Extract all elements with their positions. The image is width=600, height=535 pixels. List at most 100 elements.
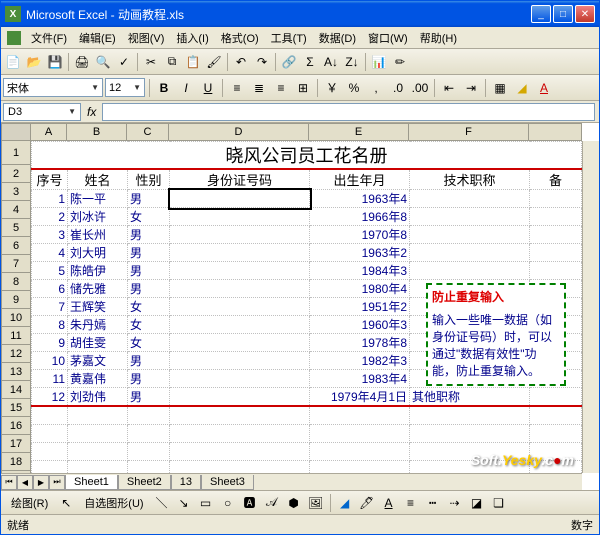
cell[interactable] xyxy=(310,424,410,442)
cell[interactable]: 1970年8 xyxy=(310,226,410,244)
col-header[interactable]: D xyxy=(169,123,309,141)
cell[interactable]: 身份证号码 xyxy=(170,169,310,190)
shadow-icon[interactable]: ◪ xyxy=(467,493,487,513)
cell[interactable] xyxy=(410,244,530,262)
tab-next-icon[interactable]: ▶ xyxy=(33,475,49,490)
drawing-icon[interactable]: ✏ xyxy=(390,52,410,72)
vertical-scrollbar[interactable] xyxy=(582,141,599,473)
cell[interactable]: 女 xyxy=(128,316,170,334)
cell[interactable]: 3 xyxy=(32,226,68,244)
cell[interactable] xyxy=(128,460,170,473)
cell[interactable] xyxy=(128,442,170,460)
cell[interactable]: 陈一平 xyxy=(68,190,128,208)
cell[interactable] xyxy=(170,388,310,407)
menu-data[interactable]: 数据(D) xyxy=(313,28,362,48)
cell[interactable]: 1982年3 xyxy=(310,352,410,370)
cell[interactable]: 序号 xyxy=(32,169,68,190)
comma-icon[interactable]: , xyxy=(366,78,386,98)
row-header[interactable]: 6 xyxy=(1,237,31,255)
cell[interactable] xyxy=(410,424,530,442)
cell[interactable]: 6 xyxy=(32,280,68,298)
cell[interactable] xyxy=(530,262,582,280)
draw-menu[interactable]: 绘图(R) xyxy=(5,493,54,513)
redo-icon[interactable]: ↷ xyxy=(252,52,272,72)
row-header[interactable]: 16 xyxy=(1,417,31,435)
menu-format[interactable]: 格式(O) xyxy=(215,28,265,48)
clipart-icon[interactable]: 🖼 xyxy=(306,493,326,513)
preview-icon[interactable]: 🔍 xyxy=(93,52,113,72)
autoshape-menu[interactable]: 自选图形(U) xyxy=(78,493,149,513)
cell[interactable]: 男 xyxy=(128,352,170,370)
line-icon[interactable]: ＼ xyxy=(152,493,172,513)
row-header[interactable]: 8 xyxy=(1,273,31,291)
cell[interactable]: 男 xyxy=(128,226,170,244)
underline-button[interactable]: U xyxy=(198,78,218,98)
cell[interactable] xyxy=(170,442,310,460)
row-header[interactable]: 11 xyxy=(1,327,31,345)
link-icon[interactable]: 🔗 xyxy=(279,52,299,72)
border-icon[interactable]: ▦ xyxy=(490,78,510,98)
row-header[interactable]: 2 xyxy=(1,165,31,183)
cell[interactable]: 男 xyxy=(128,388,170,407)
cell[interactable]: 10 xyxy=(32,352,68,370)
cell[interactable] xyxy=(410,406,530,424)
cell[interactable]: 女 xyxy=(128,298,170,316)
tab-first-icon[interactable]: ⏮ xyxy=(1,475,17,490)
maximize-button[interactable]: □ xyxy=(553,5,573,23)
cell[interactable] xyxy=(310,460,410,473)
cell[interactable] xyxy=(170,352,310,370)
select-icon[interactable]: ↖ xyxy=(56,493,76,513)
cell[interactable]: 男 xyxy=(128,262,170,280)
oval-icon[interactable]: ○ xyxy=(218,493,238,513)
cell[interactable]: 1951年2 xyxy=(310,298,410,316)
format-painter-icon[interactable]: 🖌 xyxy=(204,52,224,72)
cell[interactable]: 崔长州 xyxy=(68,226,128,244)
cell[interactable]: 4 xyxy=(32,244,68,262)
cell[interactable]: 朱丹嫣 xyxy=(68,316,128,334)
sheet-tab[interactable]: 13 xyxy=(171,475,201,490)
cell[interactable] xyxy=(530,406,582,424)
cell[interactable]: 男 xyxy=(128,370,170,388)
currency-icon[interactable]: ￥ xyxy=(322,78,342,98)
row-header[interactable]: 18 xyxy=(1,453,31,471)
cell[interactable]: 12 xyxy=(32,388,68,407)
arrow-icon[interactable]: ↘ xyxy=(174,493,194,513)
dashstyle-icon[interactable]: ┅ xyxy=(423,493,443,513)
row-header[interactable]: 10 xyxy=(1,309,31,327)
row-header[interactable]: 3 xyxy=(1,183,31,201)
save-icon[interactable]: 💾 xyxy=(45,52,65,72)
tab-last-icon[interactable]: ⏭ xyxy=(49,475,65,490)
cell[interactable] xyxy=(170,370,310,388)
font-size-select[interactable]: 12 ▼ xyxy=(105,78,145,97)
cell[interactable]: 男 xyxy=(128,280,170,298)
open-icon[interactable]: 📂 xyxy=(24,52,44,72)
cell[interactable] xyxy=(410,226,530,244)
cell[interactable]: 1979年4月1日 xyxy=(310,388,410,407)
diagram-icon[interactable]: ⬢ xyxy=(284,493,304,513)
percent-icon[interactable]: % xyxy=(344,78,364,98)
cell[interactable] xyxy=(68,460,128,473)
cell[interactable]: 8 xyxy=(32,316,68,334)
cell[interactable]: 男 xyxy=(128,190,170,208)
textbox-icon[interactable]: 🅰 xyxy=(240,493,260,513)
cell[interactable] xyxy=(530,190,582,208)
menu-insert[interactable]: 插入(I) xyxy=(170,28,214,48)
cell[interactable] xyxy=(32,424,68,442)
cell[interactable] xyxy=(310,406,410,424)
formula-input[interactable] xyxy=(102,103,595,121)
cell[interactable] xyxy=(410,262,530,280)
row-header[interactable]: 5 xyxy=(1,219,31,237)
cell[interactable]: 技术职称 xyxy=(410,169,530,190)
copy-icon[interactable]: ⧉ xyxy=(162,52,182,72)
cell[interactable]: 茅嘉文 xyxy=(68,352,128,370)
cell[interactable]: 1963年2 xyxy=(310,244,410,262)
cell[interactable]: 其他职称 xyxy=(410,388,530,407)
cell[interactable] xyxy=(530,208,582,226)
cell[interactable]: 5 xyxy=(32,262,68,280)
italic-button[interactable]: I xyxy=(176,78,196,98)
cell[interactable] xyxy=(170,262,310,280)
col-header[interactable]: A xyxy=(31,123,67,141)
cell[interactable] xyxy=(530,226,582,244)
cell[interactable] xyxy=(68,442,128,460)
cell[interactable] xyxy=(170,226,310,244)
